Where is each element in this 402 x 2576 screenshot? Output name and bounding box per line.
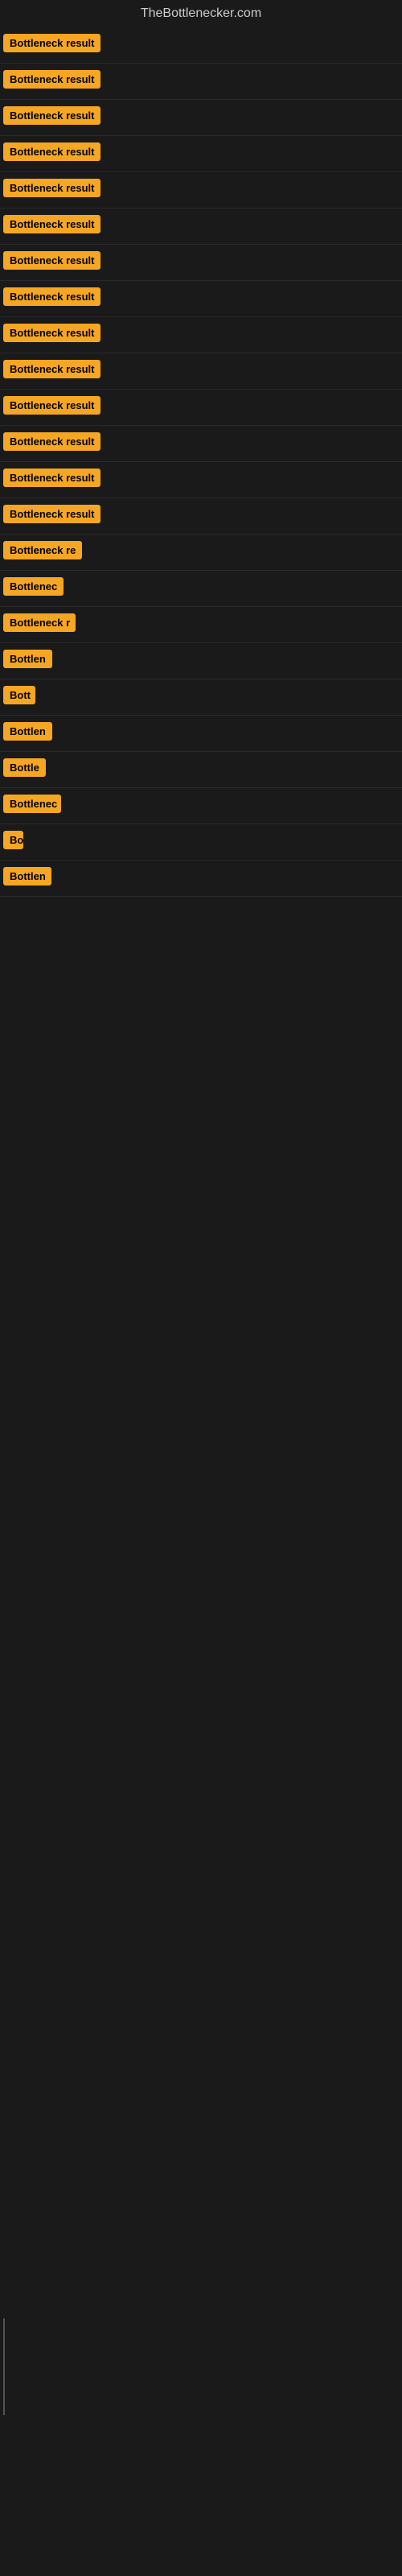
bottleneck-badge[interactable]: Bottlen bbox=[3, 722, 52, 741]
bottleneck-badge[interactable]: Bottleneck result bbox=[3, 505, 100, 523]
result-row: Bottleneck result bbox=[0, 426, 402, 462]
result-row: Bottleneck result bbox=[0, 208, 402, 245]
bottleneck-badge[interactable]: Bottlen bbox=[3, 867, 51, 886]
result-row: Bottleneck result bbox=[0, 317, 402, 353]
bottleneck-badge[interactable]: Bott bbox=[3, 686, 35, 704]
bottleneck-badge[interactable]: Bottleneck r bbox=[3, 613, 76, 632]
bottleneck-badge[interactable]: Bottleneck result bbox=[3, 142, 100, 161]
result-row: Bottleneck result bbox=[0, 172, 402, 208]
bottleneck-badge[interactable]: Bottlenec bbox=[3, 577, 64, 596]
result-row: Bottlen bbox=[0, 861, 402, 897]
result-row: Bott bbox=[0, 679, 402, 716]
site-title: TheBottlenecker.com bbox=[0, 0, 402, 27]
bottleneck-badge[interactable]: Bottleneck re bbox=[3, 541, 82, 559]
result-row: Bottleneck result bbox=[0, 27, 402, 64]
result-row: Bottlenec bbox=[0, 788, 402, 824]
bottleneck-badge[interactable]: Bottlen bbox=[3, 650, 52, 668]
result-row: Bottleneck result bbox=[0, 281, 402, 317]
result-row: Bottlen bbox=[0, 643, 402, 679]
bottleneck-badge[interactable]: Bottleneck result bbox=[3, 215, 100, 233]
result-row: Bottleneck re bbox=[0, 535, 402, 571]
bottleneck-badge[interactable]: Bottlenec bbox=[3, 795, 61, 813]
bottleneck-badge[interactable]: Bottleneck result bbox=[3, 179, 100, 197]
result-row: Bottle bbox=[0, 752, 402, 788]
result-row: Bottleneck r bbox=[0, 607, 402, 643]
bottleneck-badge[interactable]: Bottleneck result bbox=[3, 469, 100, 487]
result-row: Bottleneck result bbox=[0, 245, 402, 281]
result-row: Bottleneck result bbox=[0, 462, 402, 498]
result-row: Bottleneck result bbox=[0, 64, 402, 100]
result-row: Bottlenec bbox=[0, 571, 402, 607]
bottleneck-badge[interactable]: Bo bbox=[3, 831, 23, 849]
bottom-section bbox=[0, 897, 402, 929]
result-row: Bottleneck result bbox=[0, 353, 402, 390]
bottleneck-badge[interactable]: Bottleneck result bbox=[3, 34, 100, 52]
bottleneck-badge[interactable]: Bottleneck result bbox=[3, 106, 100, 125]
result-row: Bottleneck result bbox=[0, 390, 402, 426]
bottleneck-badge[interactable]: Bottleneck result bbox=[3, 287, 100, 306]
bottleneck-badge[interactable]: Bottleneck result bbox=[3, 432, 100, 451]
result-row: Bottlen bbox=[0, 716, 402, 752]
result-row: Bottleneck result bbox=[0, 100, 402, 136]
bottleneck-badge[interactable]: Bottle bbox=[3, 758, 46, 777]
bottleneck-badge[interactable]: Bottleneck result bbox=[3, 360, 100, 378]
bottleneck-badge[interactable]: Bottleneck result bbox=[3, 251, 100, 270]
result-row: Bottleneck result bbox=[0, 498, 402, 535]
bottleneck-badge[interactable]: Bottleneck result bbox=[3, 396, 100, 415]
bottleneck-badge[interactable]: Bottleneck result bbox=[3, 324, 100, 342]
vertical-line bbox=[3, 2318, 5, 2415]
result-row: Bo bbox=[0, 824, 402, 861]
bottleneck-badge[interactable]: Bottleneck result bbox=[3, 70, 100, 89]
result-row: Bottleneck result bbox=[0, 136, 402, 172]
